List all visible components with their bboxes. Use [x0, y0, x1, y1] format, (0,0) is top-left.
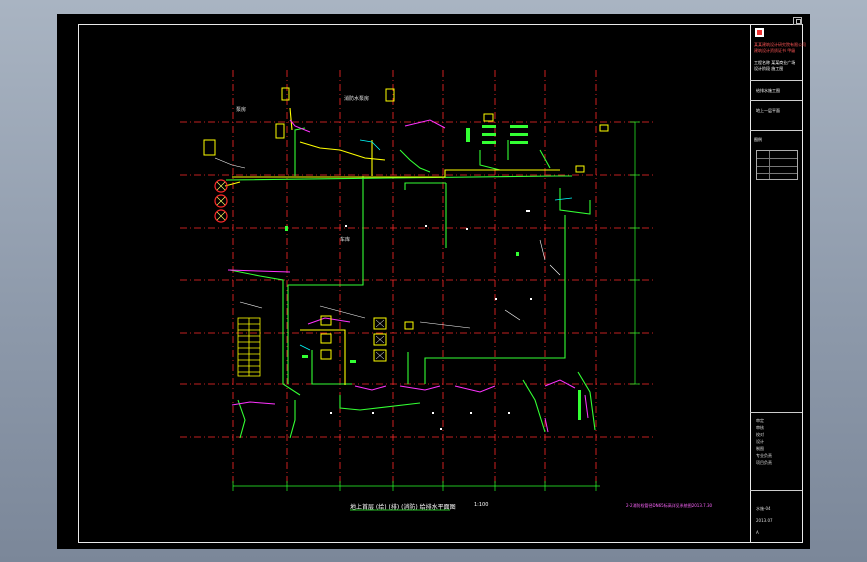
- fire-pipes: [227, 119, 589, 433]
- legend-label: 图例: [754, 137, 762, 142]
- annotation-leaders: [214, 157, 561, 329]
- drawing-title: 地上首层 (给) (排) (消防) 给排水平面图: [350, 504, 456, 511]
- company-line-1: 某某建筑设计研究院有限公司: [754, 42, 806, 47]
- hydrant-x-marks: [216, 181, 226, 221]
- floor-drain-marks: [330, 210, 532, 430]
- drawing-version: A: [756, 530, 759, 535]
- drawing-number: 水施-04: [756, 506, 771, 511]
- company-line-3: 工程名称 某某商业广场: [754, 60, 796, 65]
- room-label-fire-pump-room: 消防水泵房: [344, 96, 370, 102]
- water-supply-pipes: [225, 127, 596, 439]
- valve-symbols: [285, 125, 581, 420]
- sign-row-1: 审定: [756, 418, 764, 423]
- sign-row-7: 项目负责: [756, 460, 772, 465]
- sign-row-3: 校对: [756, 432, 764, 437]
- drawing-date: 2013.07: [756, 518, 773, 523]
- room-label-garage: 车库: [340, 237, 351, 243]
- company-line-4: 设计阶段 施工图: [754, 66, 784, 71]
- company-logo: [755, 28, 764, 37]
- axis-grid: [180, 70, 655, 486]
- drawing-scale: 1:100: [474, 502, 489, 508]
- floor-plan-canvas[interactable]: [0, 0, 867, 562]
- sign-row-4: 设计: [756, 439, 764, 444]
- stair-hatch: [237, 317, 261, 377]
- legend-table: [756, 150, 798, 180]
- project-name: 给排水施工图: [756, 88, 780, 93]
- sign-row-2: 审核: [756, 425, 764, 430]
- equipment-boxes: [203, 87, 609, 362]
- room-label-pump: 泵房: [236, 107, 247, 113]
- sign-row-6: 专业负责: [756, 453, 772, 458]
- company-line-2: 建筑设计资质证书 甲级: [754, 48, 796, 53]
- sign-row-5: 制图: [756, 446, 764, 451]
- pump-x-marks: [375, 319, 385, 360]
- sheet-name: 地上一层平面: [756, 108, 780, 113]
- drain-pipes: [224, 107, 560, 385]
- vent-pipes: [299, 139, 573, 351]
- drawing-note: 2-2消防栓管径DN65标高详见系统图2013.7.30: [626, 503, 713, 508]
